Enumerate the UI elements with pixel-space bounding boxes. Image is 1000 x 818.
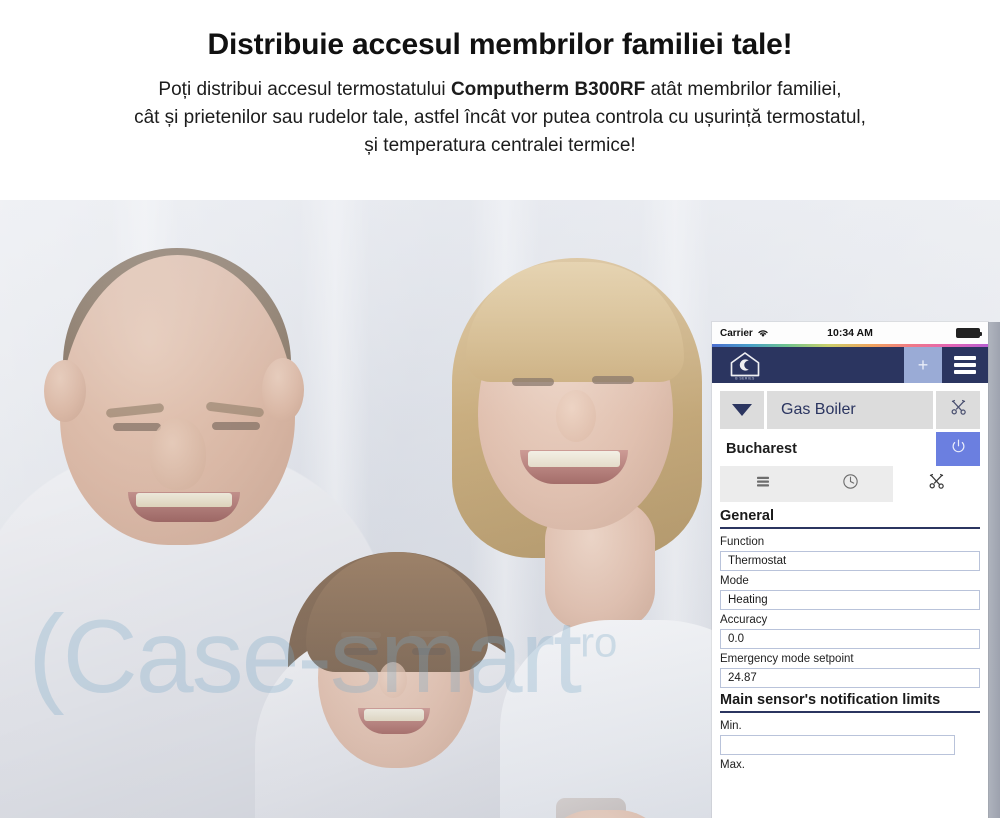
- intro-line-1-after: atât membrilor familiei,: [645, 78, 842, 100]
- location-name-label: Bucharest: [726, 441, 797, 457]
- app-header-spacer: [772, 347, 904, 383]
- menu-bar-2: [954, 363, 976, 367]
- app-screenshot-panel: Carrier 10:34 AM B SERIES + Gas Boiler B…: [712, 322, 988, 818]
- tab-list[interactable]: [720, 466, 807, 502]
- input-function[interactable]: Thermostat: [720, 551, 980, 571]
- carrier-label: Carrier: [720, 327, 753, 339]
- label-mode: Mode: [720, 575, 749, 587]
- woman-eye-right: [592, 376, 634, 384]
- svg-text:B SERIES: B SERIES: [735, 376, 755, 380]
- input-mode[interactable]: Heating: [720, 590, 980, 610]
- label-max: Max.: [720, 759, 745, 771]
- ios-status-bar: Carrier 10:34 AM: [712, 322, 988, 344]
- woman-eye-left: [512, 378, 554, 386]
- clock-icon: [841, 472, 860, 496]
- tools-icon: [927, 472, 946, 496]
- add-device-button[interactable]: +: [904, 347, 942, 383]
- device-settings-button[interactable]: [936, 391, 980, 429]
- menu-bar-3: [954, 370, 976, 374]
- status-bar-right: [895, 328, 982, 338]
- computherm-house-logo-icon: B SERIES: [728, 350, 762, 380]
- girl-brow-right: [409, 631, 449, 637]
- input-emergency-mode-setpoint[interactable]: 24.87: [720, 668, 980, 688]
- man-ear-right: [262, 358, 304, 422]
- page-title: Distribuie accesul membrilor familiei ta…: [207, 28, 793, 61]
- woman-mouth: [520, 450, 628, 484]
- section-divider-general: [720, 527, 980, 529]
- intro-section: Distribuie accesul membrilor familiei ta…: [0, 0, 1000, 200]
- girl-eye-left: [344, 648, 378, 655]
- page-root: Distribuie accesul membrilor familiei ta…: [0, 0, 1000, 818]
- woman-nose: [556, 390, 596, 442]
- man-eye-right: [212, 422, 260, 430]
- section-divider-limits: [720, 711, 980, 713]
- intro-line-1: Poți distribui accesul termostatului Com…: [0, 76, 1000, 104]
- tab-settings[interactable]: [893, 466, 981, 502]
- device-dropdown-button[interactable]: [720, 391, 764, 429]
- location-row: Bucharest: [720, 432, 980, 466]
- intro-line-3: și temperatura centralei termice!: [364, 134, 636, 156]
- settings-tabs: [720, 466, 981, 502]
- label-accuracy: Accuracy: [720, 614, 768, 626]
- man-teeth: [136, 493, 232, 507]
- man-nose: [150, 418, 206, 490]
- girl-eye-right: [412, 648, 446, 655]
- status-bar-time: 10:34 AM: [827, 327, 873, 339]
- intro-line-1-before: Poți distribui accesul termostatului: [158, 78, 451, 100]
- app-logo: B SERIES: [712, 347, 772, 383]
- label-emergency-mode-setpoint: Emergency mode setpoint: [720, 653, 854, 665]
- input-accuracy[interactable]: 0.0: [720, 629, 980, 649]
- intro-paragraph: Poți distribui accesul termostatului Com…: [0, 76, 1000, 160]
- power-icon: [950, 438, 967, 460]
- tab-schedule[interactable]: [806, 466, 894, 502]
- section-title-general: General: [720, 508, 774, 524]
- input-min[interactable]: [720, 735, 955, 755]
- tools-icon: [949, 398, 968, 422]
- menu-bar-1: [954, 356, 976, 360]
- man-eye-left: [113, 423, 161, 431]
- section-title-notification-limits: Main sensor's notification limits: [720, 692, 941, 708]
- settings-form: General Function Thermostat Mode Heating…: [712, 502, 988, 774]
- product-name: Computherm B300RF: [450, 78, 646, 100]
- device-name-label[interactable]: Gas Boiler: [767, 391, 933, 429]
- woman-teeth: [528, 451, 620, 467]
- hamburger-menu-icon[interactable]: [942, 347, 988, 383]
- wifi-icon: [757, 328, 769, 338]
- status-bar-left: Carrier: [720, 328, 805, 339]
- chevron-down-icon: [732, 404, 752, 416]
- man-mouth: [128, 492, 240, 522]
- man-ear-left: [44, 360, 86, 422]
- device-selector-row: Gas Boiler: [720, 391, 980, 429]
- battery-full-icon: [956, 328, 982, 338]
- label-min: Min.: [720, 720, 742, 732]
- girl-teeth: [364, 709, 424, 721]
- power-toggle-button[interactable]: [936, 432, 980, 466]
- label-function: Function: [720, 536, 765, 548]
- list-stack-icon: [754, 475, 772, 494]
- girl-nose: [379, 662, 407, 698]
- girl-brow-left: [341, 632, 381, 638]
- intro-line-2: cât și prietenilor sau rudelor tale, ast…: [134, 106, 866, 128]
- app-header-bar: B SERIES +: [712, 347, 988, 383]
- phone-right-gutter: [988, 322, 1000, 818]
